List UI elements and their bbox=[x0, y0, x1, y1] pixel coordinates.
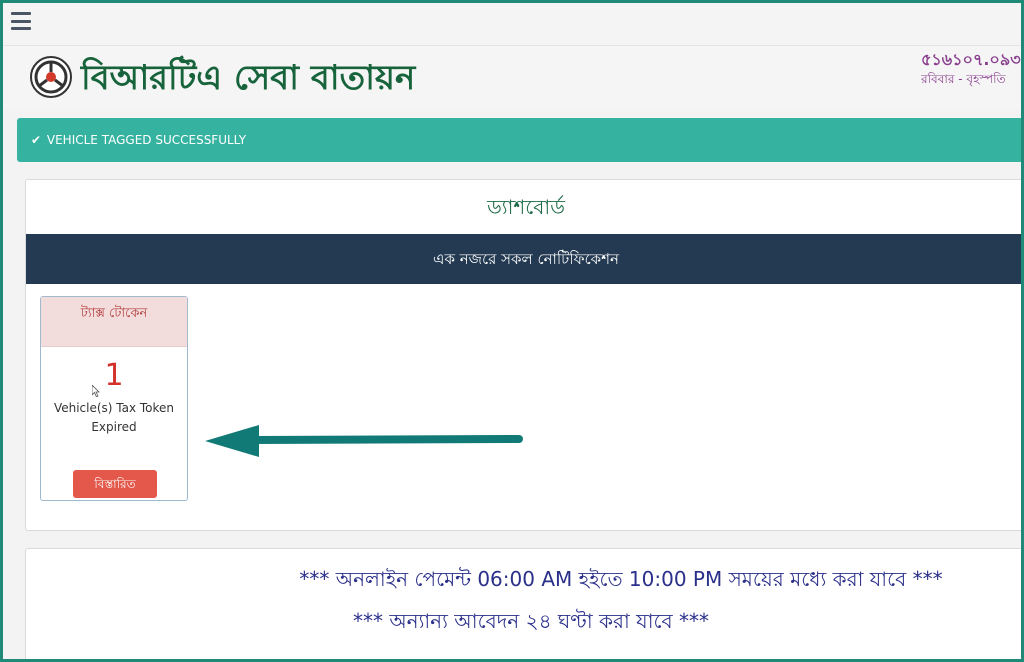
mouse-cursor-icon bbox=[92, 385, 100, 397]
notice-other-applications: *** অন্যান্য আবেদন ২৪ ঘণ্টা করা যাবে *** bbox=[352, 609, 710, 633]
top-bar bbox=[3, 3, 1021, 45]
tax-token-description-line1: Vehicle(s) Tax Token bbox=[53, 401, 175, 415]
notifications-heading: এক নজরে সকল নোটিফিকেশন bbox=[26, 234, 1021, 284]
site-header: বিআরটিএ সেবা বাতায়ন ৫১৬১০৭.০৯৩ রবিবার -… bbox=[3, 45, 1021, 109]
site-title: বিআরটিএ সেবা বাতায়ন bbox=[81, 58, 416, 98]
tax-token-description-line2: Expired bbox=[91, 420, 137, 434]
tax-token-description: Vehicle(s) Tax Token Expired bbox=[41, 399, 187, 437]
details-button[interactable]: বিস্তারিত bbox=[73, 470, 157, 498]
tax-token-count: 1 bbox=[104, 358, 124, 393]
hamburger-menu-icon[interactable] bbox=[11, 12, 31, 30]
header-date-info: ৫১৬১০৭.০৯৩ রবিবার - বৃহস্পতি bbox=[921, 50, 1021, 94]
header-days-line: রবিবার - বৃহস্পতি bbox=[921, 72, 1006, 86]
tax-token-card: ট্যাক্স টোকেন 1 Vehicle(s) Tax Token Exp… bbox=[40, 296, 188, 501]
success-alert: ✔ VEHICLE TAGGED SUCCESSFULLY bbox=[17, 118, 1021, 162]
tax-token-card-header: ট্যাক্স টোকেন bbox=[41, 297, 187, 347]
dashboard-title: ড্যাশবোর্ড bbox=[487, 195, 565, 219]
app-frame: বিআরটিএ সেবা বাতায়ন ৫১৬১০৭.০৯৩ রবিবার -… bbox=[0, 0, 1024, 662]
notice-panel: *** অনলাইন পেমেন্ট 06:00 AM হইতে 10:00 P… bbox=[25, 548, 1021, 659]
left-arrow-annotation bbox=[205, 425, 523, 457]
notice-online-payment: *** অনলাইন পেমেন্ট 06:00 AM হইতে 10:00 P… bbox=[299, 567, 943, 591]
dashboard-panel: ড্যাশবোর্ড এক নজরে সকল নোটিফিকেশন ট্যাক্… bbox=[25, 179, 1021, 531]
alert-text: VEHICLE TAGGED SUCCESSFULLY bbox=[46, 133, 247, 147]
brta-logo[interactable] bbox=[29, 55, 73, 99]
header-date-line: ৫১৬১০৭.০৯৩ bbox=[921, 50, 1021, 69]
check-icon: ✔ bbox=[31, 133, 42, 147]
